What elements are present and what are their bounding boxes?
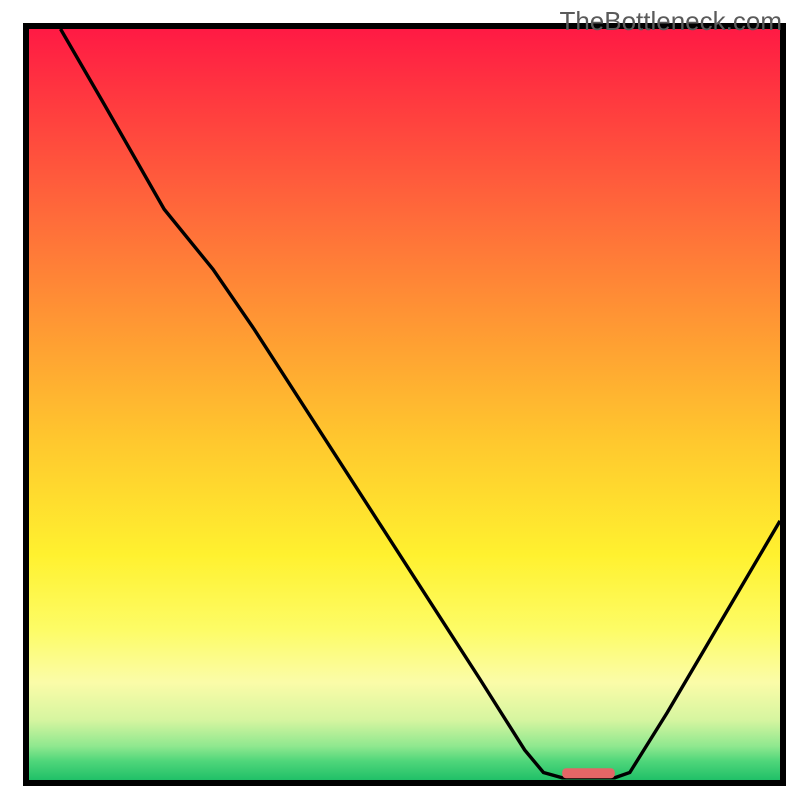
bottleneck-chart: TheBottleneck.com [0,0,800,800]
chart-svg [0,0,800,800]
optimal-marker [562,768,615,778]
watermark-text: TheBottleneck.com [559,6,782,37]
plot-background [29,29,780,780]
